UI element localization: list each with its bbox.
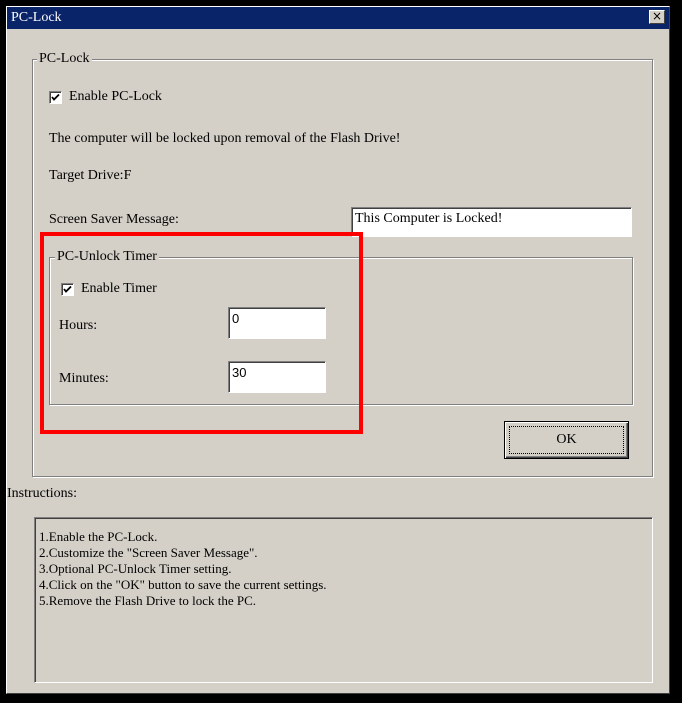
target-drive-text: Target Drive:F [49, 168, 132, 183]
enable-pclock-checkbox[interactable] [49, 91, 62, 104]
enable-timer-checkbox[interactable] [61, 283, 74, 296]
instruction-line: 2.Customize the "Screen Saver Message". [39, 545, 258, 560]
instructions-box: 1.Enable the PC-Lock. 2.Customize the "S… [34, 517, 653, 683]
dialog-window-outer: PC-Lock × PC-Lock Enable PC-Lock The com… [0, 0, 682, 703]
ok-button[interactable]: OK [504, 421, 629, 459]
checkmark-icon [51, 93, 60, 101]
window-title: PC-Lock [11, 10, 62, 25]
minutes-input[interactable]: 30 [228, 361, 326, 393]
close-button[interactable]: × [649, 10, 665, 24]
focus-rect [509, 426, 624, 454]
screen-saver-message-input[interactable]: This Computer is Locked! [351, 207, 632, 237]
close-icon: × [651, 9, 663, 23]
timer-group-legend: PC-Unlock Timer [55, 249, 159, 265]
hours-label: Hours: [59, 318, 98, 333]
dialog-window: PC-Lock × PC-Lock Enable PC-Lock The com… [6, 6, 670, 694]
instruction-line: 3.Optional PC-Unlock Timer setting. [39, 561, 232, 576]
instructions-label: Instructions: [7, 486, 77, 501]
instruction-line: 5.Remove the Flash Drive to lock the PC. [39, 593, 257, 608]
timer-groupbox [49, 257, 633, 405]
screen-saver-label: Screen Saver Message: [49, 212, 179, 227]
hours-input[interactable]: 0 [228, 307, 326, 339]
title-bar[interactable]: PC-Lock × [7, 7, 669, 29]
pclock-group-legend: PC-Lock [37, 51, 92, 67]
lock-info-text: The computer will be locked upon removal… [49, 131, 401, 146]
checkmark-icon [63, 285, 72, 293]
instruction-line: 4.Click on the "OK" button to save the c… [39, 577, 327, 592]
instruction-line: 1.Enable the PC-Lock. [39, 529, 158, 544]
minutes-label: Minutes: [59, 371, 109, 386]
enable-timer-label[interactable]: Enable Timer [81, 281, 157, 297]
enable-pclock-label[interactable]: Enable PC-Lock [69, 89, 162, 105]
